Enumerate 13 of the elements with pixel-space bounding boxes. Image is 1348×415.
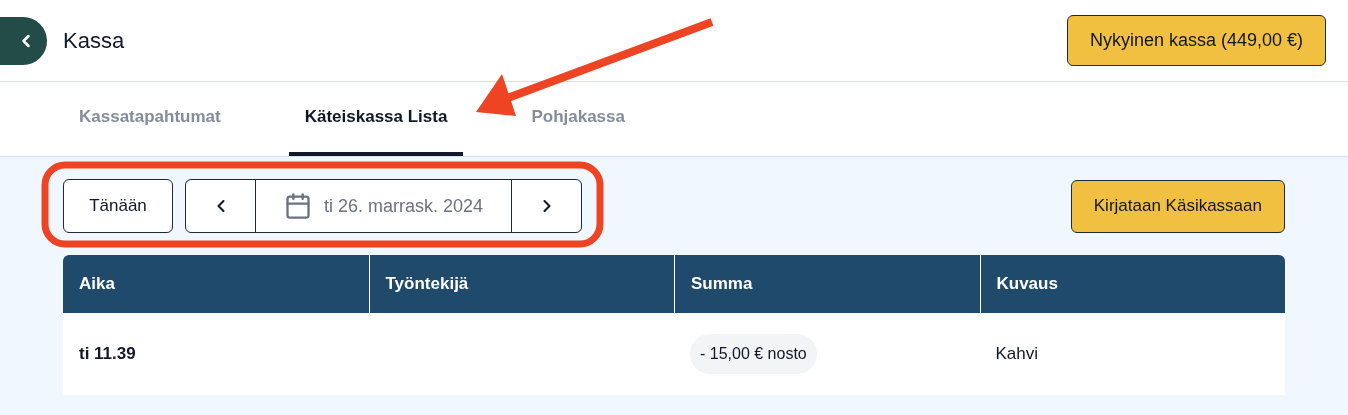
- time-cell: ti 11.39: [79, 344, 136, 364]
- today-button[interactable]: Tänään: [63, 179, 173, 233]
- current-cash-button[interactable]: Nykyinen kassa (449,00 €): [1066, 15, 1326, 66]
- calendar-icon: [283, 192, 312, 220]
- page-title: Kassa: [63, 27, 125, 55]
- column-header: Summa: [674, 255, 980, 313]
- amount-badge: - 15,00 € nosto: [690, 334, 817, 374]
- description-cell: Kahvi: [995, 344, 1039, 364]
- column-header: Aika: [78, 273, 116, 296]
- back-button[interactable]: [0, 16, 47, 65]
- column-header: Työntekijä: [368, 255, 674, 313]
- add-entry-button[interactable]: Kirjataan Käsikassaan: [1070, 179, 1285, 233]
- column-header: Kuvaus: [979, 255, 1285, 313]
